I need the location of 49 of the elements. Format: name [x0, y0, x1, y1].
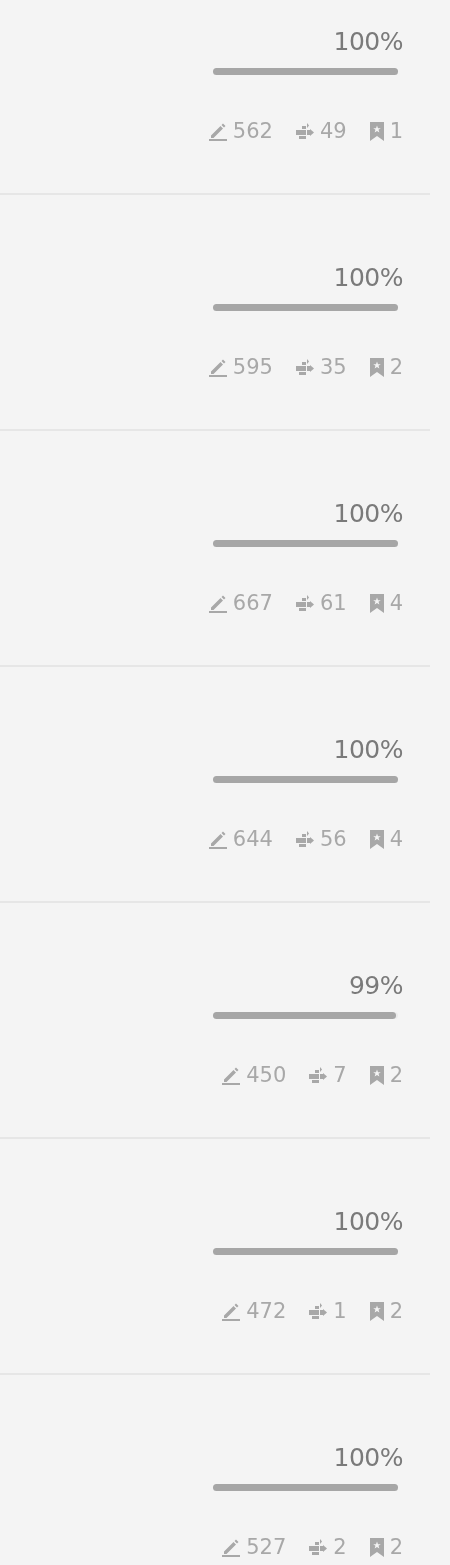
pencil-icon — [207, 593, 228, 613]
progress-percent: 100% — [333, 1442, 403, 1474]
split-arrows-icon — [294, 829, 315, 849]
change-count: 1 — [333, 1299, 347, 1323]
bookmark-count: 2 — [389, 1063, 403, 1087]
bookmark-icon — [368, 1301, 385, 1321]
split-arrows-icon — [308, 1065, 329, 1085]
bookmark-count: 2 — [389, 355, 403, 379]
change-count: 2 — [333, 1535, 347, 1559]
pencil-icon — [221, 1537, 242, 1557]
edit-count: 562 — [232, 119, 273, 143]
change-count: 35 — [319, 355, 347, 379]
bookmark-count: 1 — [389, 119, 403, 143]
pencil-icon — [221, 1065, 242, 1085]
bookmark-icon — [368, 121, 385, 141]
split-arrows-icon — [308, 1537, 329, 1557]
pencil-icon — [207, 121, 228, 141]
change-count: 61 — [319, 591, 347, 615]
bookmark-icon — [368, 357, 385, 377]
edit-count: 472 — [246, 1299, 287, 1323]
bookmark-count: 4 — [389, 827, 403, 851]
bookmark-count: 4 — [389, 591, 403, 615]
bookmark-count: 2 — [389, 1299, 403, 1323]
progress-percent: 100% — [333, 498, 403, 530]
pencil-icon — [207, 829, 228, 849]
progress-percent: 99% — [348, 970, 403, 1002]
bookmark-icon — [368, 829, 385, 849]
edit-count: 667 — [232, 591, 273, 615]
edit-count: 450 — [246, 1063, 287, 1087]
bookmark-icon — [368, 1065, 385, 1085]
split-arrows-icon — [294, 593, 315, 613]
change-count: 56 — [319, 827, 347, 851]
pencil-icon — [207, 357, 228, 377]
progress-percent: 100% — [333, 734, 403, 766]
edit-count: 644 — [232, 827, 273, 851]
progress-percent: 100% — [333, 262, 403, 294]
bookmark-icon — [368, 593, 385, 613]
bookmark-icon — [368, 1537, 385, 1557]
edit-count: 595 — [232, 355, 273, 379]
pencil-icon — [221, 1301, 242, 1321]
split-arrows-icon — [308, 1301, 329, 1321]
progress-percent: 100% — [333, 26, 403, 58]
bookmark-count: 2 — [389, 1535, 403, 1559]
progress-percent: 100% — [333, 1206, 403, 1238]
edit-count: 527 — [246, 1535, 287, 1559]
change-count: 7 — [333, 1063, 347, 1087]
split-arrows-icon — [294, 121, 315, 141]
change-count: 49 — [319, 119, 347, 143]
split-arrows-icon — [294, 357, 315, 377]
